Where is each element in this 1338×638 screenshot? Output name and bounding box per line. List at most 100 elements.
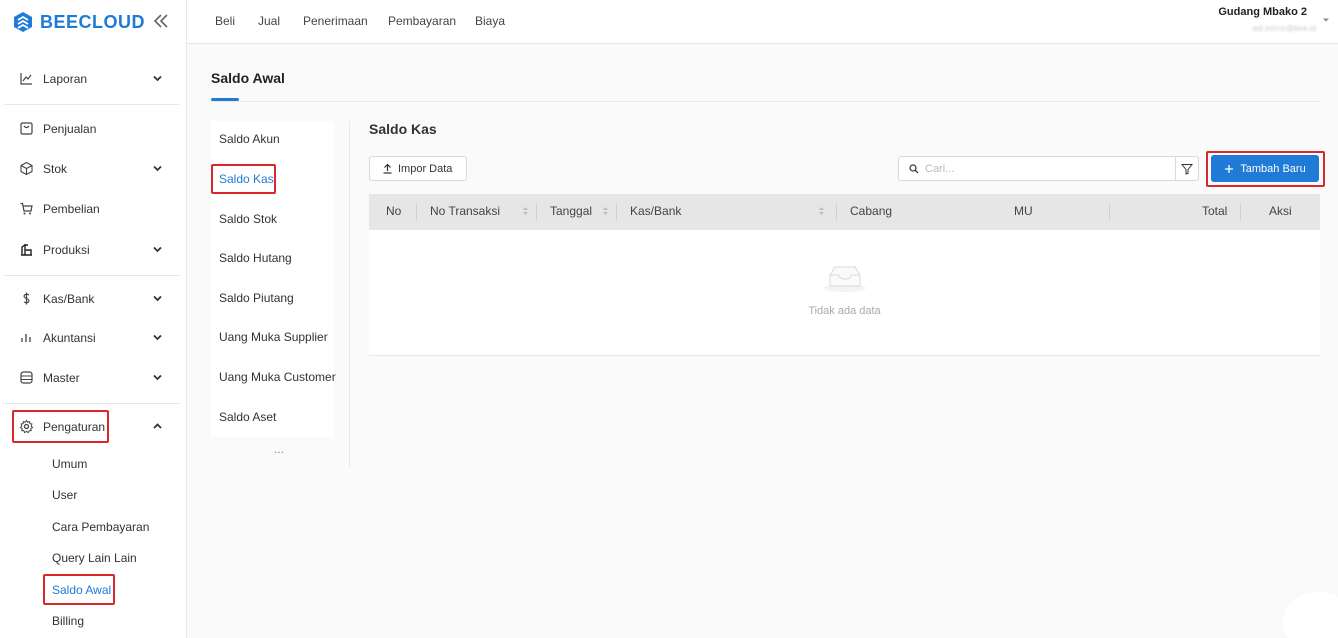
column-label: No Transaksi — [430, 204, 501, 218]
sub-item-user[interactable]: User — [52, 488, 77, 502]
column-header-total: Total — [1202, 204, 1227, 218]
empty-state-text: Tidak ada data — [808, 305, 881, 317]
filter-button[interactable] — [1175, 156, 1199, 181]
chevron-down-icon — [153, 165, 162, 172]
sidebar-item-label: Stok — [43, 162, 68, 176]
sidebar-item-kas-bank[interactable]: Kas/Bank — [0, 284, 179, 314]
sidebar-item-label: Laporan — [43, 72, 88, 86]
import-data-label: Impor Data — [398, 162, 453, 175]
column-header-cabang: Cabang — [850, 204, 892, 218]
chevron-down-icon — [153, 295, 162, 302]
beecloud-logo-icon — [14, 12, 32, 32]
collapse-sidebar-icon[interactable] — [151, 11, 171, 31]
sidebar-item-label: Pembelian — [43, 202, 100, 216]
sub-item-cara-pembayaran[interactable]: Cara Pembayaran — [52, 520, 149, 534]
column-header-tanggal[interactable]: Tanggal — [550, 204, 609, 218]
floating-widget[interactable] — [1283, 592, 1338, 638]
sidebar-item-produksi[interactable]: Produksi — [0, 235, 179, 265]
sidebar-item-label: Kas/Bank — [43, 292, 95, 306]
sub-item-billing[interactable]: Billing — [52, 614, 84, 628]
highlight-box-saldo-awal — [43, 574, 115, 605]
line-chart-icon — [20, 73, 32, 85]
column-header-aksi: Aksi — [1269, 204, 1292, 218]
subnav-uang-muka-customer[interactable]: Uang Muka Customer — [219, 370, 336, 384]
table-body: Tidak ada data — [369, 230, 1320, 356]
sort-icon[interactable] — [522, 206, 529, 216]
sub-item-query-lain-lain[interactable]: Query Lain Lain — [52, 551, 137, 565]
import-data-button[interactable]: Impor Data — [369, 156, 467, 181]
topbar: Beli Jual Penerimaan Pembayaran Biaya Gu… — [187, 0, 1338, 44]
subnav-saldo-stok[interactable]: Saldo Stok — [219, 212, 277, 226]
sidebar-item-master[interactable]: Master — [0, 363, 179, 393]
sidebar-item-label: Penjualan — [43, 122, 97, 136]
sort-icon[interactable] — [818, 206, 825, 216]
sidebar-divider — [4, 104, 179, 105]
receipt-icon — [20, 122, 33, 135]
database-icon — [20, 371, 33, 384]
dollar-icon — [23, 292, 30, 305]
filter-icon — [1181, 163, 1193, 175]
search-icon — [909, 163, 919, 173]
subnav-more[interactable]: ... — [274, 442, 284, 456]
logo[interactable]: BEECLOUD — [0, 0, 186, 44]
section-title: Saldo Kas — [369, 121, 437, 137]
highlight-box-pengaturan — [12, 410, 109, 443]
sidebar-item-penjualan[interactable]: Penjualan — [0, 114, 179, 144]
highlight-box-saldo-kas — [211, 164, 276, 194]
sidebar-divider — [4, 275, 179, 276]
chevron-down-icon — [153, 374, 162, 381]
column-label: Kas/Bank — [630, 204, 682, 218]
column-header-no-transaksi[interactable]: No Transaksi — [430, 204, 529, 218]
column-label: MU — [1014, 204, 1033, 218]
topnav-penerimaan[interactable]: Penerimaan — [303, 14, 368, 28]
sub-item-umum[interactable]: Umum — [52, 457, 87, 471]
column-header-no: No — [386, 204, 401, 218]
bar-chart-icon — [21, 334, 31, 342]
user-email: adi.mirror@bee.id — [1252, 24, 1316, 33]
search-input[interactable] — [925, 162, 1165, 175]
empty-inbox-icon — [824, 266, 866, 292]
sidebar-item-label: Produksi — [43, 243, 90, 257]
subnav-saldo-hutang[interactable]: Saldo Hutang — [219, 251, 292, 265]
column-label: Total — [1202, 204, 1228, 218]
column-header-kas-bank[interactable]: Kas/Bank — [630, 204, 825, 218]
chevron-down-icon — [153, 246, 162, 253]
topnav-jual[interactable]: Jual — [258, 14, 280, 28]
sort-icon[interactable] — [602, 206, 609, 216]
subnav-saldo-aset[interactable]: Saldo Aset — [219, 410, 276, 424]
column-separator — [1240, 203, 1241, 221]
table-header: No No Transaksi Tanggal Kas/Bank Cabang … — [369, 194, 1320, 230]
search-field[interactable] — [898, 156, 1176, 181]
sidebar-item-stok[interactable]: Stok — [0, 154, 179, 184]
highlight-box-add-new — [1206, 151, 1325, 187]
sidebar-item-label: Master — [43, 371, 80, 385]
topnav-pembayaran[interactable]: Pembayaran — [388, 14, 456, 28]
column-header-mu: MU — [1014, 204, 1033, 218]
box-icon — [20, 161, 33, 176]
subnav-uang-muka-supplier[interactable]: Uang Muka Supplier — [219, 330, 328, 344]
vertical-separator — [349, 121, 350, 467]
sidebar-item-akuntansi[interactable]: Akuntansi — [0, 323, 179, 353]
column-separator — [416, 203, 417, 221]
sidebar-item-laporan[interactable]: Laporan — [0, 64, 179, 94]
upload-icon — [383, 163, 392, 174]
column-separator — [616, 203, 617, 221]
column-separator — [1109, 203, 1110, 221]
subnav-saldo-piutang[interactable]: Saldo Piutang — [219, 291, 294, 305]
column-label: Tanggal — [550, 204, 593, 218]
page-title-rule — [211, 101, 1320, 102]
sidebar-item-pembelian[interactable]: Pembelian — [0, 194, 179, 224]
chevron-down-icon — [153, 75, 162, 82]
topnav-biaya[interactable]: Biaya — [475, 14, 505, 28]
sidebar-divider — [4, 403, 179, 404]
chevron-down-icon — [153, 334, 162, 341]
sidebar: BEECLOUD Laporan Penjualan Stok Pembelia… — [0, 0, 187, 638]
topnav-beli[interactable]: Beli — [215, 14, 235, 28]
cart-icon — [20, 202, 33, 215]
factory-icon — [21, 243, 32, 256]
subnav-saldo-akun[interactable]: Saldo Akun — [219, 132, 280, 146]
sidebar-item-label: Akuntansi — [43, 331, 96, 345]
caret-down-icon[interactable] — [1322, 16, 1330, 24]
column-separator — [836, 203, 837, 221]
user-name[interactable]: Gudang Mbako 2 — [1218, 6, 1307, 18]
